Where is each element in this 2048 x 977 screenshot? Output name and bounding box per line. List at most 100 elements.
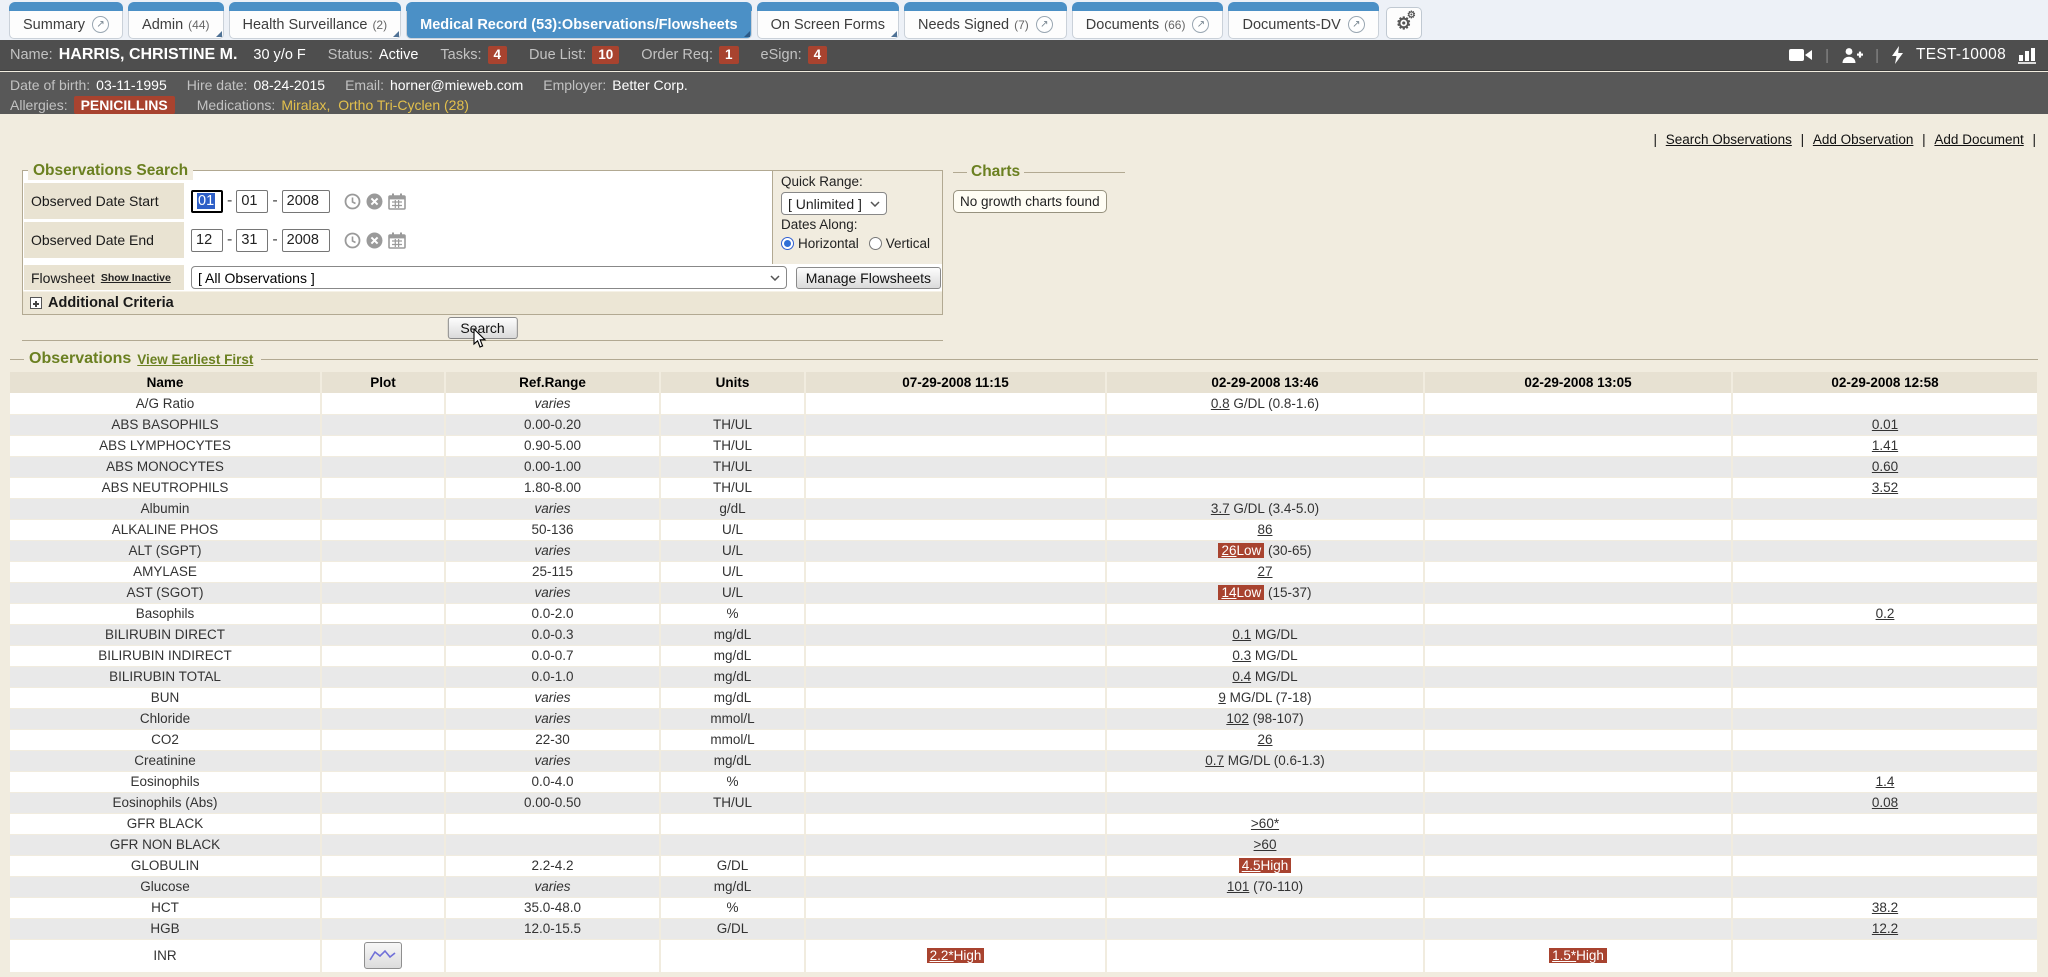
external-link-icon[interactable]: ↗ — [92, 16, 109, 33]
date-end-day-input[interactable]: 31 — [236, 229, 268, 252]
external-link-icon[interactable]: ↗ — [1036, 16, 1053, 33]
obs-value-link[interactable]: 3.52 — [1872, 480, 1898, 495]
quick-range-select[interactable]: [ Unlimited ] — [781, 192, 887, 215]
tab-admin[interactable]: Admin(44) — [129, 11, 222, 38]
date-start-year-input[interactable]: 2008 — [282, 190, 330, 213]
search-observations-link[interactable]: Search Observations — [1666, 132, 1792, 147]
date-start-month-input[interactable]: 01 — [191, 190, 223, 213]
allergy-badge[interactable]: PENICILLINS — [74, 96, 175, 114]
obs-value-link[interactable]: 0.3 — [1232, 648, 1251, 663]
calendar-icon[interactable] — [388, 232, 406, 249]
time-picker-icon[interactable] — [344, 193, 361, 210]
obs-value-link[interactable]: 14 — [1221, 585, 1236, 600]
medication-link[interactable]: Ortho Tri-Cyclen (28) — [338, 97, 469, 113]
obs-name: HCT — [151, 900, 179, 915]
date-start-day-input[interactable]: 01 — [236, 190, 268, 213]
clear-date-icon[interactable] — [366, 232, 383, 249]
obs-value-link[interactable]: >60* — [1251, 816, 1279, 831]
obs-value-link[interactable]: 1.4 — [1876, 774, 1895, 789]
obs-value-link[interactable]: 38.2 — [1872, 900, 1898, 915]
obs-value-link[interactable]: 2.2* — [930, 948, 954, 963]
obs-value-link[interactable]: >60 — [1254, 837, 1277, 852]
medication-link[interactable]: Miralax — [281, 97, 326, 113]
obs-name-cell: ABS NEUTROPHILS — [10, 477, 321, 498]
obs-value-link[interactable]: 0.08 — [1872, 795, 1898, 810]
indicator-count-badge[interactable]: 10 — [592, 46, 619, 64]
indicator-count-badge[interactable]: 4 — [808, 46, 828, 64]
obs-value-cell — [805, 456, 1106, 477]
show-inactive-link[interactable]: Show Inactive — [101, 272, 171, 284]
add-observation-link[interactable]: Add Observation — [1813, 132, 1914, 147]
dates-along-options: Horizontal Vertical — [781, 236, 942, 251]
abnormal-flag-badge: 4.5High — [1239, 858, 1292, 873]
obs-value-link[interactable]: 0.1 — [1232, 627, 1251, 642]
radio-horizontal[interactable]: Horizontal — [781, 236, 859, 251]
obs-value-link[interactable]: 0.4 — [1232, 669, 1251, 684]
obs-name: BILIRUBIN TOTAL — [109, 669, 221, 684]
additional-criteria-toggle[interactable]: Additional Criteria — [23, 291, 942, 314]
obs-value-link[interactable]: 0.8 — [1211, 396, 1230, 411]
add-document-link[interactable]: Add Document — [1934, 132, 2023, 147]
obs-name-cell: Glucose — [10, 876, 321, 897]
obs-value-link[interactable]: 3.7 — [1211, 501, 1230, 516]
obs-value-link[interactable]: 101 — [1227, 879, 1250, 894]
video-camera-icon[interactable] — [1789, 47, 1813, 63]
obs-plot-cell — [321, 939, 445, 972]
tab-settings-button[interactable]: ⚙ ⚙ — [1387, 8, 1421, 38]
flowsheet-label-cell: Flowsheet Show Inactive — [24, 265, 184, 290]
obs-value-cell — [1424, 876, 1732, 897]
column-header-name: Name — [10, 372, 321, 393]
tab-documents[interactable]: Documents(66)↗ — [1073, 11, 1223, 38]
tab-documents-dv[interactable]: Documents-DV↗ — [1229, 11, 1377, 38]
obs-value-link[interactable]: 86 — [1257, 522, 1272, 537]
demographics-line: Date of birth:03-11-1995Hire date:08-24-… — [10, 75, 2038, 94]
obs-value-cell — [1424, 918, 1732, 939]
obs-value-link[interactable]: 27 — [1257, 564, 1272, 579]
column-header-plot: Plot — [321, 372, 445, 393]
manage-flowsheets-button[interactable]: Manage Flowsheets — [796, 267, 941, 289]
obs-name: HGB — [150, 921, 179, 936]
obs-name-cell: GFR NON BLACK — [10, 834, 321, 855]
obs-value-cell — [1106, 792, 1424, 813]
obs-value-link[interactable]: 26 — [1257, 732, 1272, 747]
obs-value-cell — [805, 477, 1106, 498]
obs-value-link[interactable]: 0.01 — [1872, 417, 1898, 432]
tab-summary[interactable]: Summary↗ — [10, 11, 122, 38]
obs-plot-cell — [321, 750, 445, 771]
obs-value-link[interactable]: 102 — [1226, 711, 1249, 726]
obs-value-link[interactable]: 1.5* — [1552, 948, 1576, 963]
indicator-count-badge[interactable]: 1 — [719, 46, 739, 64]
tab-needs-signed[interactable]: Needs Signed(7)↗ — [905, 11, 1066, 38]
tab-on-screen-forms[interactable]: On Screen Forms — [758, 11, 898, 38]
bar-chart-icon[interactable] — [2018, 47, 2038, 64]
lightning-bolt-icon[interactable] — [1891, 46, 1904, 64]
obs-value-suffix: (98-107) — [1249, 711, 1304, 726]
obs-value-link[interactable]: 26 — [1221, 543, 1236, 558]
calendar-icon[interactable] — [388, 193, 406, 210]
person-add-icon[interactable] — [1841, 47, 1863, 64]
obs-value-link[interactable]: 4.5 — [1242, 858, 1261, 873]
view-earliest-first-link[interactable]: View Earliest First — [137, 352, 253, 367]
obs-units-cell: % — [660, 771, 805, 792]
flowsheet-select[interactable]: [ All Observations ] — [191, 266, 787, 289]
radio-vertical[interactable]: Vertical — [869, 236, 930, 251]
obs-value-link[interactable]: 9 — [1218, 690, 1226, 705]
external-link-icon[interactable]: ↗ — [1348, 16, 1365, 33]
plot-sparkline-button[interactable] — [364, 942, 402, 969]
time-picker-icon[interactable] — [344, 232, 361, 249]
obs-value-link[interactable]: 0.60 — [1872, 459, 1898, 474]
tab-health-surveillance[interactable]: Health Surveillance(2) — [230, 11, 401, 38]
external-link-icon[interactable]: ↗ — [1192, 16, 1209, 33]
obs-value-cell — [1106, 456, 1424, 477]
obs-value-link[interactable]: 1.41 — [1872, 438, 1898, 453]
obs-value-link[interactable]: 0.2 — [1876, 606, 1895, 621]
obs-value-link[interactable]: 0.7 — [1205, 753, 1224, 768]
obs-value-link[interactable]: 12.2 — [1872, 921, 1898, 936]
tab-medical-record-53-observations-flowsheet[interactable]: Medical Record (53):Observations/Flowshe… — [407, 11, 750, 38]
date-end-month-input[interactable]: 12 — [191, 229, 223, 252]
clear-date-icon[interactable] — [366, 193, 383, 210]
observations-legend: Observations — [29, 350, 131, 368]
demographic-hire-date: Hire date:08-24-2015 — [187, 77, 325, 93]
date-end-year-input[interactable]: 2008 — [282, 229, 330, 252]
indicator-count-badge[interactable]: 4 — [488, 46, 508, 64]
